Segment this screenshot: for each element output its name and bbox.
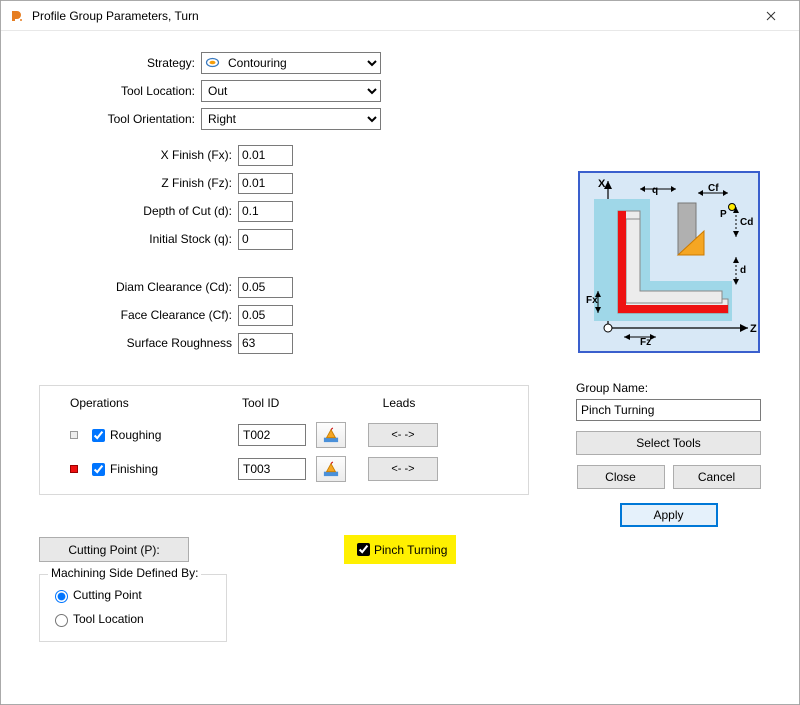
finishing-color-swatch (70, 465, 78, 473)
surface-roughness-label: Surface Roughness (21, 336, 238, 350)
tool-orientation-label: Tool Orientation: (21, 112, 201, 126)
diam-clearance-label: Diam Clearance (Cd): (21, 280, 238, 294)
z-finish-input[interactable] (238, 173, 293, 194)
parameter-diagram: Z X (578, 171, 760, 353)
diam-clearance-input[interactable] (238, 277, 293, 298)
app-icon (9, 8, 25, 24)
depth-cut-label: Depth of Cut (d): (21, 204, 238, 218)
finishing-check-label[interactable]: Finishing (88, 460, 238, 479)
titlebar: Profile Group Parameters, Turn (1, 1, 799, 31)
face-clearance-label: Face Clearance (Cf): (21, 308, 238, 322)
pinch-turning-highlight: Pinch Turning (344, 535, 456, 564)
surface-roughness-input[interactable] (238, 333, 293, 354)
window-close-button[interactable] (751, 2, 791, 30)
right-panel: Z X (566, 171, 771, 527)
close-button[interactable]: Close (577, 465, 665, 489)
pinch-turning-check-label[interactable]: Pinch Turning (353, 540, 447, 559)
svg-text:Cf: Cf (708, 183, 719, 194)
cutting-point-button[interactable]: Cutting Point (P): (39, 537, 189, 562)
machining-side-group: Machining Side Defined By: Cutting Point… (39, 574, 227, 642)
tool-icon (323, 460, 339, 478)
tool-location-select[interactable]: Out (201, 80, 381, 102)
operations-heading: Operations (70, 396, 242, 410)
select-tools-button[interactable]: Select Tools (576, 431, 761, 455)
svg-text:P: P (720, 209, 727, 220)
strategy-select[interactable]: Contouring (201, 52, 381, 74)
group-name-label: Group Name: (576, 381, 771, 395)
roughing-checkbox[interactable] (92, 429, 105, 442)
apply-button[interactable]: Apply (620, 503, 718, 527)
finishing-text: Finishing (110, 462, 158, 476)
tool-orientation-select[interactable]: Right (201, 108, 381, 130)
roughing-tool-picker-button[interactable] (316, 422, 346, 448)
pinch-turning-checkbox[interactable] (357, 543, 370, 556)
finishing-checkbox[interactable] (92, 463, 105, 476)
machining-side-legend: Machining Side Defined By: (48, 566, 201, 580)
svg-text:Fz: Fz (640, 337, 651, 348)
cutting-point-radio-label[interactable]: Cutting Point (50, 583, 216, 607)
depth-cut-input[interactable] (238, 201, 293, 222)
cancel-button[interactable]: Cancel (673, 465, 761, 489)
tool-location-label: Tool Location: (21, 84, 201, 98)
cutting-point-radio-text: Cutting Point (73, 588, 142, 602)
window-title: Profile Group Parameters, Turn (32, 9, 751, 23)
svg-text:Cd: Cd (740, 217, 753, 228)
dialog-window: Profile Group Parameters, Turn Strategy:… (0, 0, 800, 705)
tool-location-radio-label[interactable]: Tool Location (50, 607, 216, 631)
roughing-leads-button[interactable]: <- -> (368, 423, 438, 447)
roughing-color-swatch (70, 431, 78, 439)
tool-location-radio-text: Tool Location (73, 612, 144, 626)
roughing-tool-input[interactable] (238, 424, 306, 446)
initial-stock-label: Initial Stock (q): (21, 232, 238, 246)
tool-location-radio[interactable] (55, 614, 68, 627)
strategy-label: Strategy: (21, 56, 201, 70)
pinch-turning-text: Pinch Turning (374, 543, 447, 557)
z-finish-label: Z Finish (Fz): (21, 176, 238, 190)
operations-panel: Operations Tool ID Leads Roughing (39, 385, 529, 495)
svg-text:Z: Z (750, 323, 757, 335)
diagram-svg: Z X (580, 173, 758, 351)
finishing-tool-input[interactable] (238, 458, 306, 480)
leads-heading: Leads (354, 396, 444, 410)
svg-text:X: X (598, 178, 606, 190)
finishing-tool-picker-button[interactable] (316, 456, 346, 482)
initial-stock-input[interactable] (238, 229, 293, 250)
svg-text:q: q (652, 185, 658, 196)
face-clearance-input[interactable] (238, 305, 293, 326)
tool-id-heading: Tool ID (242, 396, 354, 410)
svg-text:d: d (740, 265, 746, 276)
tool-icon (323, 426, 339, 444)
dialog-content: Strategy: Contouring Tool Location: Out … (1, 31, 799, 704)
bottom-area: Cutting Point (P): Pinch Turning Machini… (39, 535, 779, 642)
x-finish-input[interactable] (238, 145, 293, 166)
finishing-leads-button[interactable]: <- -> (368, 457, 438, 481)
roughing-text: Roughing (110, 428, 161, 442)
cutting-point-radio[interactable] (55, 590, 68, 603)
x-finish-label: X Finish (Fx): (21, 148, 238, 162)
group-name-input[interactable] (576, 399, 761, 421)
roughing-check-label[interactable]: Roughing (88, 426, 238, 445)
